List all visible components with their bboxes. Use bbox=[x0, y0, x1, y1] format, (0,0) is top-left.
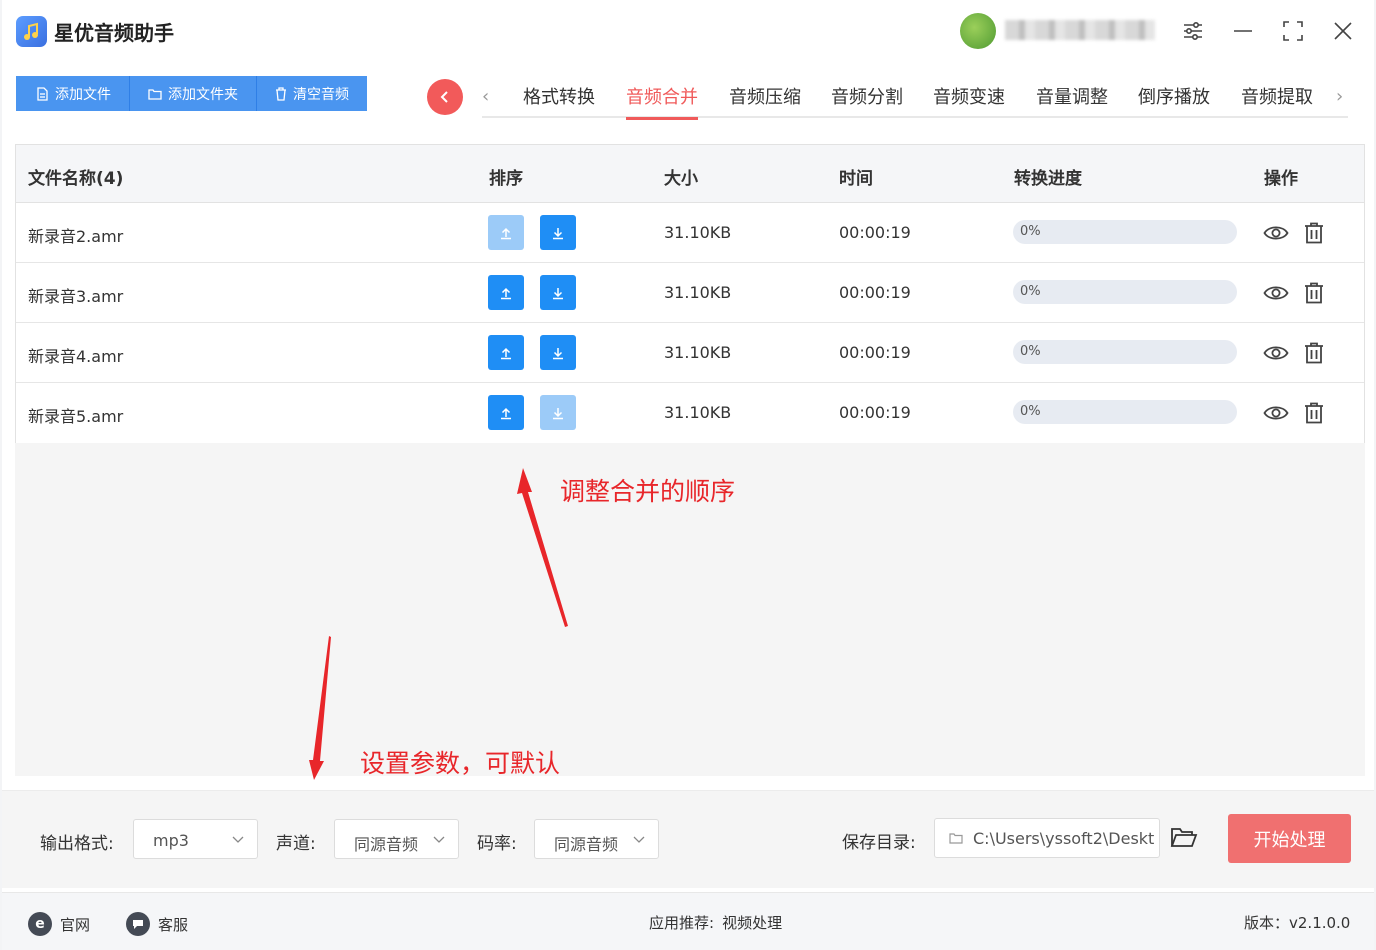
annotation-arrows bbox=[309, 468, 568, 780]
channel-value: 同源音频 bbox=[354, 835, 419, 854]
bitrate-select[interactable]: 同源音频 bbox=[534, 819, 659, 859]
app-window: 星优音频助手 ... 添加文件 添加文件夹 清空音频 bbox=[2, 0, 1374, 950]
bitrate-label: 码率: bbox=[477, 834, 517, 854]
folder-outline-icon bbox=[949, 833, 963, 844]
bitrate-value: 同源音频 bbox=[554, 835, 619, 854]
format-select[interactable]: mp3 bbox=[133, 819, 258, 859]
status-bar: e 官网 客服 应用推荐: 视频处理 版本：v2.1.0.0 bbox=[2, 892, 1374, 950]
recommend-area: 应用推荐: 视频处理 bbox=[649, 912, 782, 933]
output-settings-bar: 输出格式: mp3 声道: 同源音频 码率: 同源音频 保存目录: C:\Use… bbox=[2, 790, 1374, 888]
channel-label: 声道: bbox=[276, 834, 316, 854]
format-value: mp3 bbox=[153, 831, 189, 850]
support-link[interactable]: 客服 bbox=[126, 912, 188, 936]
website-label: 官网 bbox=[60, 915, 91, 934]
format-label: 输出格式: bbox=[40, 834, 114, 854]
channel-select[interactable]: 同源音频 bbox=[334, 819, 459, 859]
support-label: 客服 bbox=[158, 915, 189, 934]
recommend-video-link[interactable]: 视频处理 bbox=[722, 912, 782, 933]
annotation-params-hint: 设置参数，可默认 bbox=[360, 749, 561, 778]
save-dir-label: 保存目录: bbox=[842, 833, 916, 853]
open-folder-icon[interactable] bbox=[1170, 825, 1198, 851]
chevron-down-icon bbox=[633, 836, 645, 843]
annotation-order-hint: 调整合并的顺序 bbox=[560, 477, 736, 506]
recommend-label: 应用推荐: bbox=[649, 914, 715, 932]
chevron-down-icon bbox=[433, 836, 445, 843]
chat-bubble-icon bbox=[126, 912, 150, 936]
annotation-arrow-down bbox=[309, 636, 331, 780]
browser-e-icon: e bbox=[28, 912, 52, 936]
save-path-input[interactable]: C:\Users\yssoft2\Deskt bbox=[934, 818, 1160, 858]
version-label: 版本：v2.1.0.0 bbox=[1244, 914, 1351, 932]
save-path-value: C:\Users\yssoft2\Deskt bbox=[973, 829, 1155, 848]
start-process-button[interactable]: 开始处理 bbox=[1228, 814, 1351, 863]
website-link[interactable]: e 官网 bbox=[28, 912, 90, 936]
chevron-down-icon bbox=[232, 836, 244, 843]
